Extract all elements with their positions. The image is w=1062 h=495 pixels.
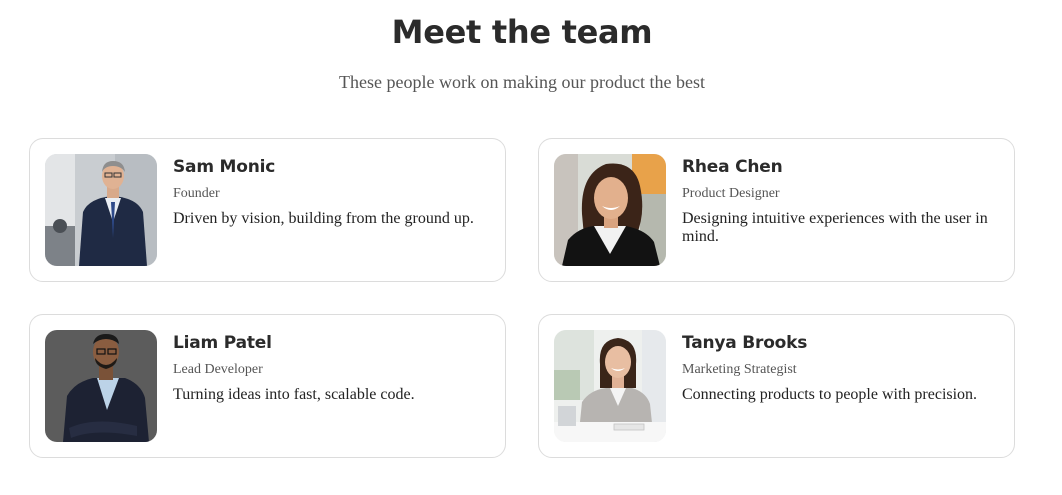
- member-description: Turning ideas into fast, scalable code.: [173, 386, 415, 403]
- member-name: Liam Patel: [173, 333, 272, 353]
- member-photo: [45, 330, 157, 442]
- member-name: Sam Monic: [173, 157, 276, 177]
- member-description: Driven by vision, building from the grou…: [173, 210, 474, 227]
- section-subtitle: These people work on making our product …: [339, 72, 705, 92]
- member-role: Product Designer: [682, 186, 780, 201]
- team-card-liam-patel: Liam Patel Lead Developer Turning ideas …: [29, 314, 506, 458]
- member-photo: [554, 154, 666, 266]
- member-description: Connecting products to people with preci…: [682, 386, 978, 403]
- member-role: Lead Developer: [173, 362, 263, 377]
- section-title: Meet the team: [391, 13, 653, 51]
- member-role: Founder: [173, 186, 220, 201]
- member-role: Marketing Strategist: [682, 362, 797, 377]
- member-name: Rhea Chen: [682, 157, 783, 177]
- member-photo: [45, 154, 157, 266]
- team-card-tanya-brooks: Tanya Brooks Marketing Strategist Connec…: [538, 314, 1015, 458]
- member-description: Designing intuitive experiences with the…: [682, 210, 988, 245]
- member-photo: [554, 330, 666, 442]
- team-card-rhea-chen: Rhea Chen Product Designer Designing int…: [538, 138, 1015, 282]
- team-card-sam-monic: Sam Monic Founder Driven by vision, buil…: [29, 138, 506, 282]
- member-name: Tanya Brooks: [682, 333, 808, 353]
- team-section: Meet the team These people work on makin…: [0, 0, 1062, 495]
